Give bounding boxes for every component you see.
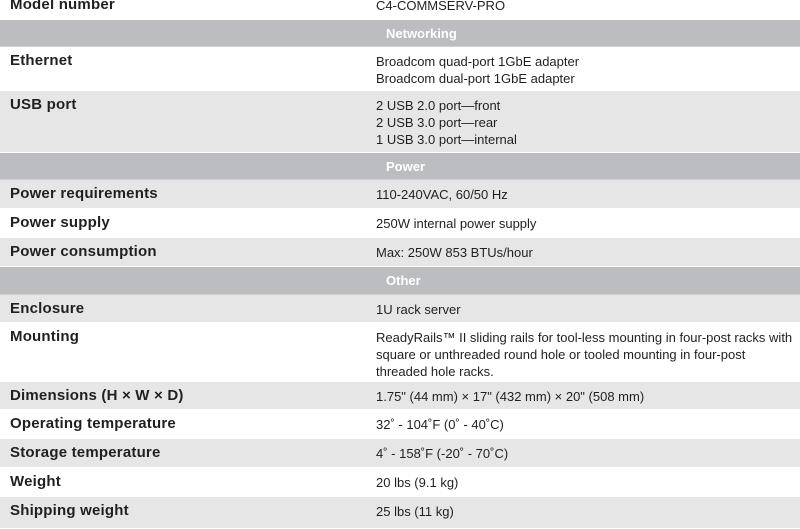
spec-row-mounting: Mounting ReadyRails™ II sliding rails fo… bbox=[0, 323, 800, 382]
spec-row-weight: Weight 20 lbs (9.1 kg) bbox=[0, 468, 800, 497]
spec-value-line: Broadcom dual-port 1GbE adapter bbox=[376, 71, 575, 86]
spec-value-line: Broadcom quad-port 1GbE adapter bbox=[376, 54, 580, 69]
spec-label: Power supply bbox=[10, 214, 110, 231]
section-title: Networking bbox=[386, 25, 457, 41]
spec-value: Broadcom quad-port 1GbE adapter Broadcom… bbox=[376, 47, 800, 87]
spec-value: Max: 250W 853 BTUs/hour bbox=[376, 238, 800, 261]
spec-value-line: 110-240VAC, 60/50 Hz bbox=[376, 187, 508, 202]
spec-value-line: 250W internal power supply bbox=[376, 216, 537, 231]
spec-row-ethernet: Ethernet Broadcom quad-port 1GbE adapter… bbox=[0, 47, 800, 91]
spec-label: Shipping weight bbox=[10, 502, 129, 519]
spec-label: Ethernet bbox=[10, 52, 73, 69]
section-header-power: Power bbox=[0, 153, 800, 180]
spec-row-shipping-weight: Shipping weight 25 lbs (11 kg) bbox=[0, 497, 800, 529]
spec-row-model-number: Model number C4-COMMSERV-PRO bbox=[0, 0, 800, 20]
spec-value: C4-COMMSERV-PRO bbox=[376, 0, 800, 14]
spec-value-line: 32˚ - 104˚F (0˚ - 40˚C) bbox=[376, 417, 504, 432]
spec-value-line: 2 USB 3.0 port—rear bbox=[376, 115, 498, 130]
spec-value-line: 20 lbs (9.1 kg) bbox=[376, 475, 459, 490]
spec-value-line: 1.75" (44 mm) × 17" (432 mm) × 20" (508 … bbox=[376, 389, 645, 404]
spec-row-power-requirements: Power requirements 110-240VAC, 60/50 Hz bbox=[0, 180, 800, 209]
spec-value: 1U rack server bbox=[376, 295, 800, 318]
spec-value: 1.75" (44 mm) × 17" (432 mm) × 20" (508 … bbox=[376, 382, 800, 405]
spec-value-line: C4-COMMSERV-PRO bbox=[376, 0, 506, 13]
spec-value: 250W internal power supply bbox=[376, 209, 800, 232]
spec-label: Weight bbox=[10, 473, 61, 490]
spec-value-line: 2 USB 2.0 port—front bbox=[376, 98, 501, 113]
spec-label: Dimensions (H × W × D) bbox=[10, 387, 184, 404]
spec-value: 32˚ - 104˚F (0˚ - 40˚C) bbox=[376, 410, 800, 433]
spec-label: Storage temperature bbox=[10, 444, 161, 461]
spec-value: 110-240VAC, 60/50 Hz bbox=[376, 180, 800, 203]
section-title: Other bbox=[386, 273, 421, 288]
spec-label: Model number bbox=[10, 0, 115, 13]
section-title: Power bbox=[386, 158, 426, 174]
spec-row-dimensions: Dimensions (H × W × D) 1.75" (44 mm) × 1… bbox=[0, 382, 800, 410]
spec-row-power-consumption: Power consumption Max: 250W 853 BTUs/hou… bbox=[0, 238, 800, 267]
spec-value-line: 1U rack server bbox=[376, 302, 461, 317]
spec-label: USB port bbox=[10, 96, 77, 113]
spec-value: 2 USB 2.0 port—front 2 USB 3.0 port—rear… bbox=[376, 91, 800, 148]
section-header-networking: Networking bbox=[0, 20, 800, 47]
spec-row-usb-port: USB port 2 USB 2.0 port—front 2 USB 3.0 … bbox=[0, 91, 800, 153]
spec-row-enclosure: Enclosure 1U rack server bbox=[0, 295, 800, 323]
spec-value-line: Max: 250W 853 BTUs/hour bbox=[376, 245, 533, 260]
spec-value: ReadyRails™ II sliding rails for tool-le… bbox=[376, 323, 800, 380]
spec-value-line: ReadyRails™ II sliding rails for tool-le… bbox=[376, 330, 793, 379]
spec-label: Enclosure bbox=[10, 300, 85, 317]
spec-value: 25 lbs (11 kg) bbox=[376, 497, 800, 520]
spec-row-storage-temperature: Storage temperature 4˚ - 158˚F (-20˚ - 7… bbox=[0, 439, 800, 468]
spec-value-line: 1 USB 3.0 port—internal bbox=[376, 132, 517, 147]
spec-value: 4˚ - 158˚F (-20˚ - 70˚C) bbox=[376, 439, 800, 462]
spec-row-power-supply: Power supply 250W internal power supply bbox=[0, 209, 800, 238]
spec-label: Power consumption bbox=[10, 243, 157, 260]
spec-value-line: 4˚ - 158˚F (-20˚ - 70˚C) bbox=[376, 446, 509, 461]
spec-label: Mounting bbox=[10, 328, 80, 345]
spec-table: Model number C4-COMMSERV-PRO Networking … bbox=[0, 0, 800, 529]
spec-label: Power requirements bbox=[10, 185, 158, 202]
spec-value-line: 25 lbs (11 kg) bbox=[376, 504, 454, 519]
spec-row-operating-temperature: Operating temperature 32˚ - 104˚F (0˚ - … bbox=[0, 410, 800, 439]
spec-label: Operating temperature bbox=[10, 415, 176, 432]
spec-value: 20 lbs (9.1 kg) bbox=[376, 468, 800, 491]
section-header-other: Other bbox=[0, 267, 800, 295]
